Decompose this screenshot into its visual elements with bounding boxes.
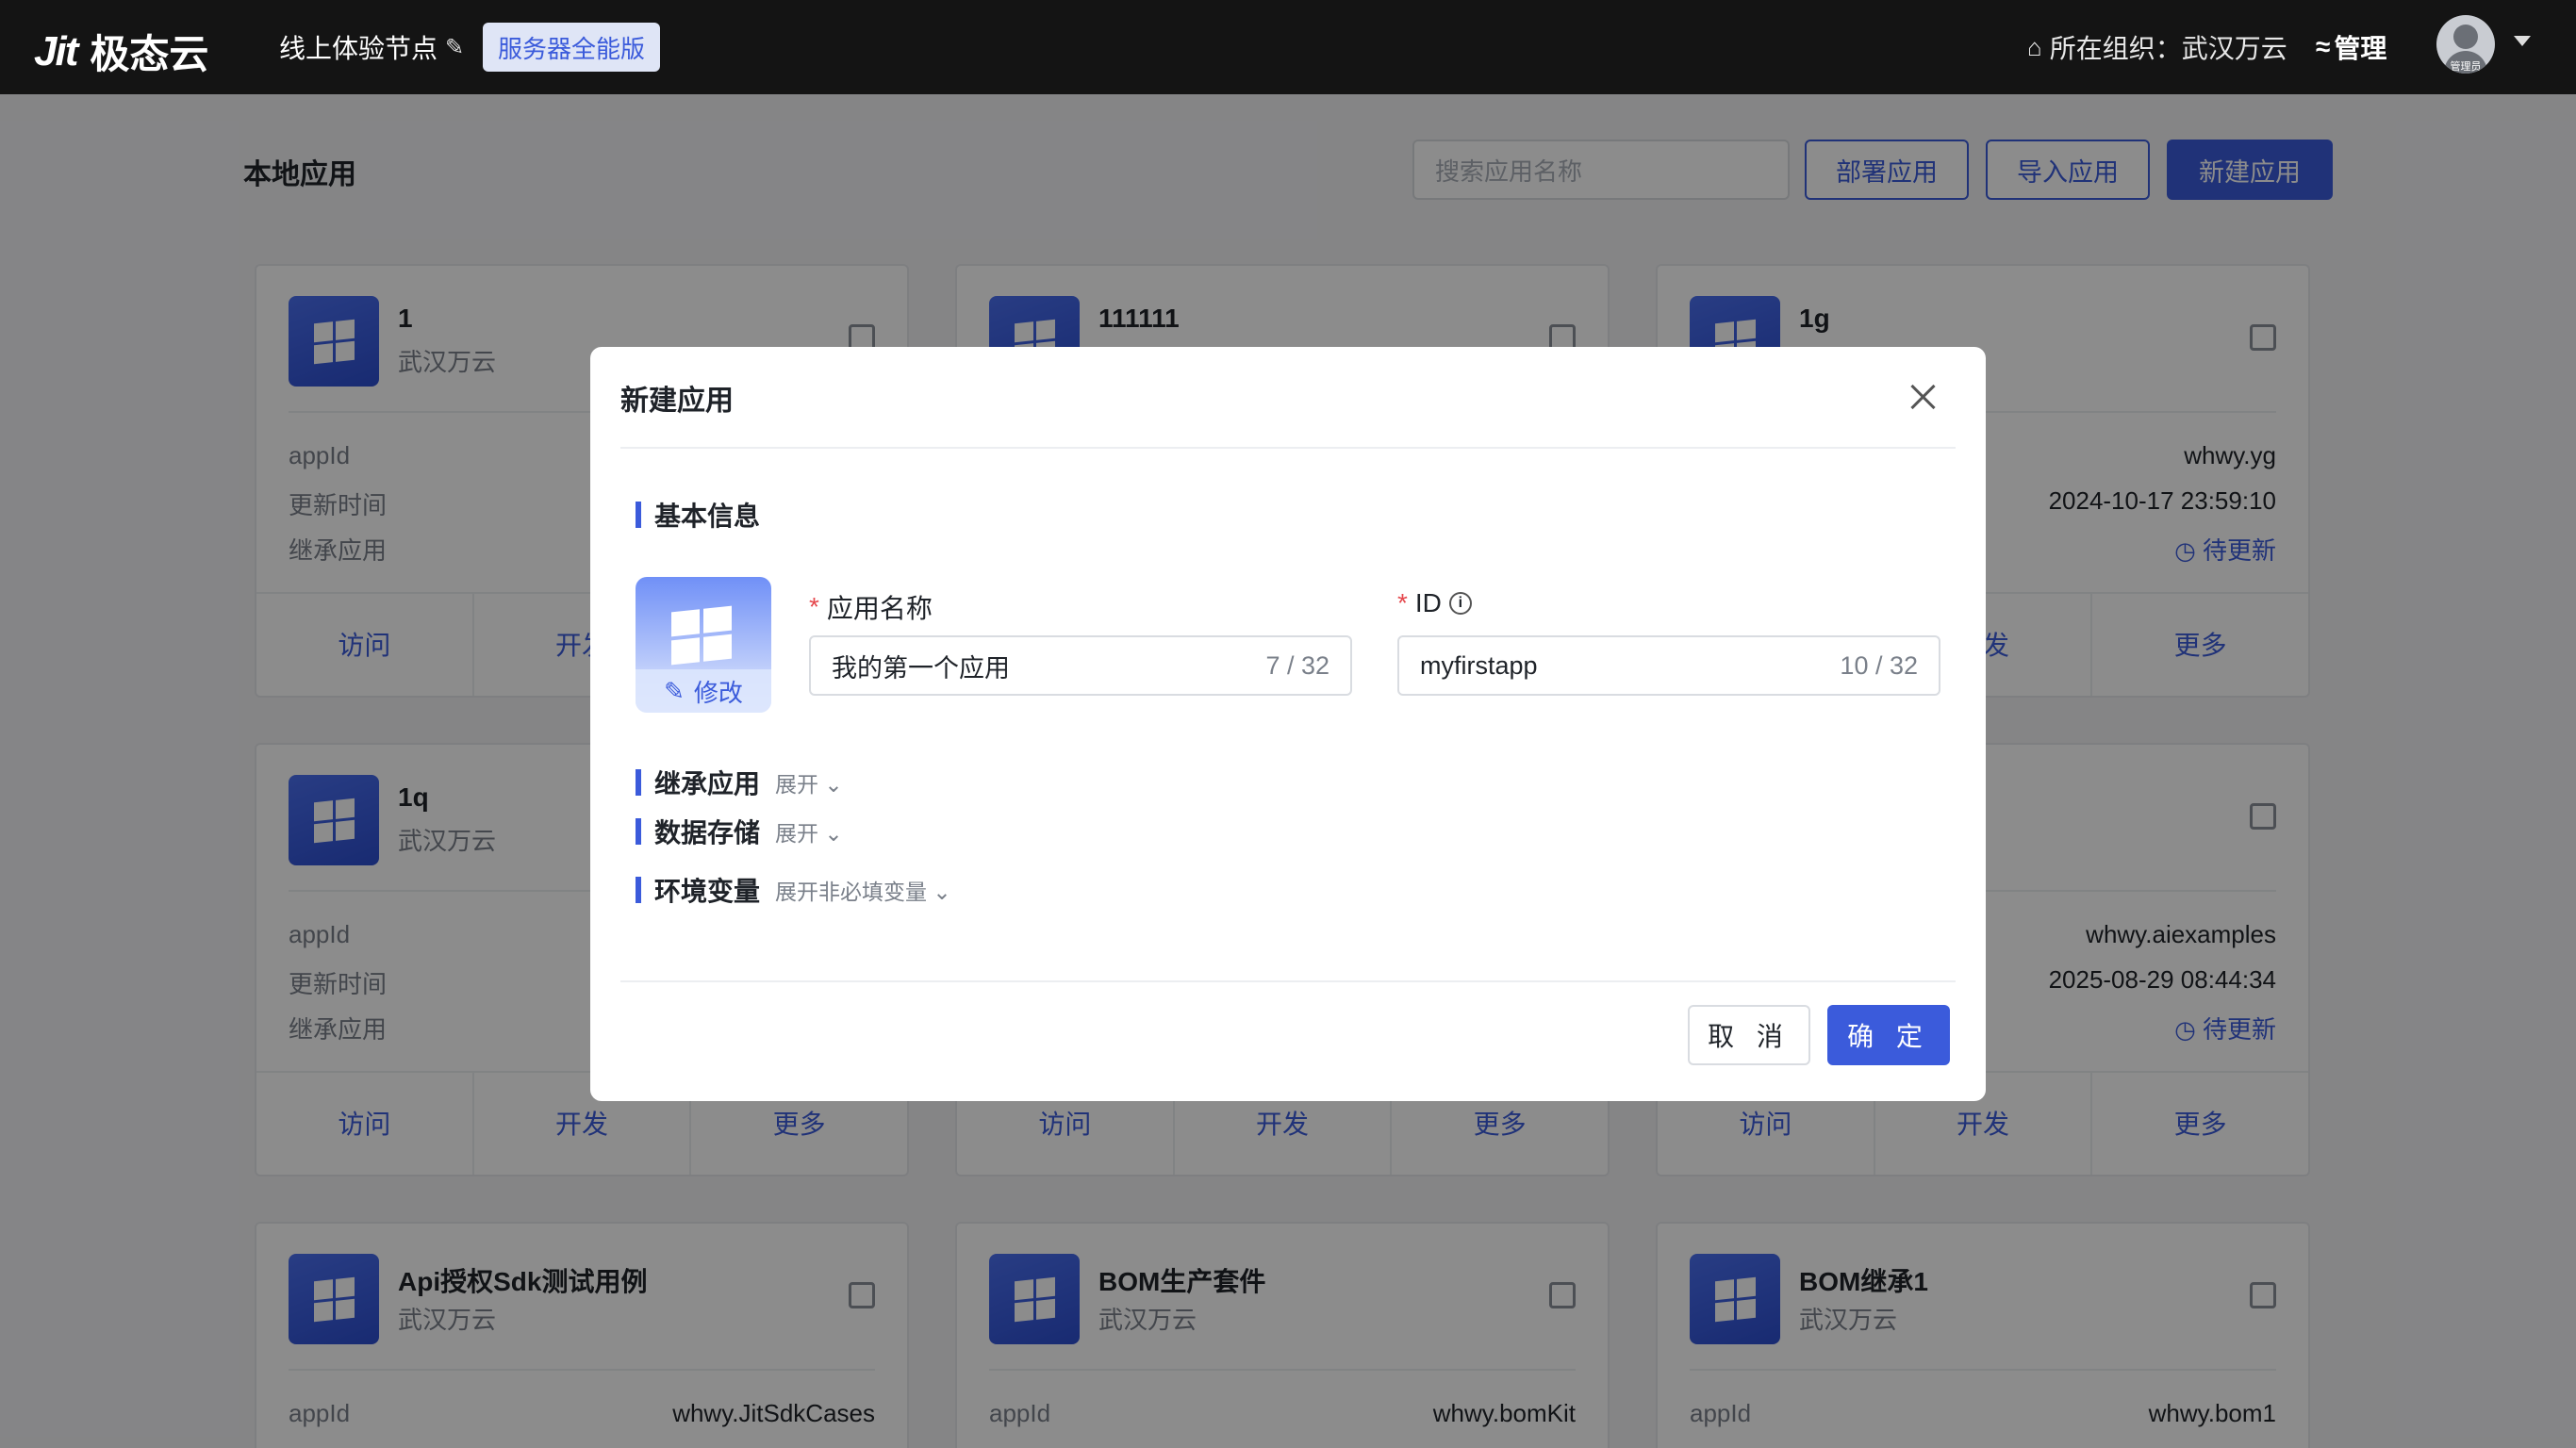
section-env-vars: 环境变量 展开非必填变量 ⌄	[636, 871, 951, 909]
section-storage: 数据存储 展开 ⌄	[636, 813, 843, 850]
manage-link[interactable]: ≈ 管理	[2316, 28, 2386, 66]
expand-label: 展开非必填变量	[775, 880, 928, 904]
app-icon-editor[interactable]: ✎ 修改	[636, 577, 771, 713]
chevron-down-icon: ⌄	[824, 821, 843, 846]
dialog-title: 新建应用	[620, 386, 734, 417]
expand-toggle[interactable]: 展开 ⌄	[775, 815, 843, 847]
edition-badge: 服务器全能版	[483, 23, 661, 72]
manage-label: 管理	[2334, 34, 2387, 63]
section-marker	[636, 769, 641, 796]
section-label: 环境变量	[654, 877, 761, 906]
expand-toggle[interactable]: 展开非必填变量 ⌄	[775, 874, 951, 906]
section-label: 数据存储	[654, 818, 761, 847]
edit-icon-label: 修改	[693, 678, 743, 707]
avatar[interactable]: 管理员	[2436, 15, 2495, 74]
org-label: 所在组织：武汉万云	[2049, 34, 2287, 63]
cancel-button[interactable]: 取 消	[1688, 1005, 1810, 1065]
app-id-label-text: ID	[1414, 588, 1442, 617]
chevron-down-icon: ⌄	[933, 880, 951, 904]
section-marker	[636, 502, 641, 528]
new-app-dialog: 新建应用 基本信息 ✎ 修改 * 应用名称 我的第一个应用 7 / 32 * I…	[590, 347, 1986, 1101]
section-inherit: 继承应用 展开 ⌄	[636, 764, 843, 801]
app-name-label-text: 应用名称	[826, 594, 933, 623]
logo-mark: Jit	[34, 27, 78, 74]
windows-icon	[671, 605, 732, 666]
org-selector[interactable]: ⌂ 所在组织：武汉万云	[2027, 28, 2287, 66]
pencil-icon[interactable]: ✎	[445, 34, 464, 61]
section-label: 继承应用	[654, 769, 761, 798]
edit-icon-button[interactable]: ✎ 修改	[636, 669, 771, 713]
expand-label: 展开	[775, 772, 819, 797]
required-marker: *	[1397, 588, 1408, 617]
section-marker	[636, 877, 641, 903]
section-basic-info: 基本信息	[636, 496, 760, 534]
section-label: 基本信息	[654, 502, 761, 531]
app-id-field[interactable]: myfirstapp 10 / 32	[1397, 635, 1940, 696]
avatar-tag: 管理员	[2450, 61, 2482, 73]
app-id-label: * ID i	[1397, 588, 1472, 618]
logo[interactable]: Jit 极态云	[34, 23, 208, 80]
app-name-field[interactable]: 我的第一个应用 7 / 32	[809, 635, 1352, 696]
app-name-label: * 应用名称	[809, 588, 933, 626]
logo-name: 极态云	[90, 32, 209, 76]
top-bar: Jit 极态云 线上体验节点 ✎ 服务器全能版 ⌂ 所在组织：武汉万云 ≈ 管理…	[0, 0, 2576, 94]
app-id-count: 10 / 32	[1840, 650, 1918, 680]
node-selector[interactable]: 线上体验节点 ✎	[279, 28, 464, 66]
expand-toggle[interactable]: 展开 ⌄	[775, 766, 843, 798]
node-label: 线上体验节点	[279, 34, 438, 63]
expand-label: 展开	[775, 821, 819, 846]
info-icon[interactable]: i	[1448, 592, 1472, 615]
divider	[620, 980, 1956, 982]
confirm-button[interactable]: 确 定	[1827, 1005, 1950, 1065]
app-id-value: myfirstapp	[1420, 650, 1538, 680]
pencil-icon: ✎	[664, 676, 685, 705]
chevron-down-icon: ⌄	[824, 772, 843, 797]
divider	[620, 447, 1956, 449]
settings-icon: ≈	[2316, 32, 2331, 61]
avatar-head	[2453, 25, 2478, 49]
close-icon[interactable]	[1908, 383, 1937, 411]
section-marker	[636, 818, 641, 845]
required-marker: *	[809, 592, 819, 621]
app-name-count: 7 / 32	[1265, 650, 1329, 680]
building-icon: ⌂	[2027, 32, 2042, 61]
chevron-down-icon[interactable]	[2514, 36, 2531, 46]
app-name-value: 我的第一个应用	[832, 653, 1010, 683]
